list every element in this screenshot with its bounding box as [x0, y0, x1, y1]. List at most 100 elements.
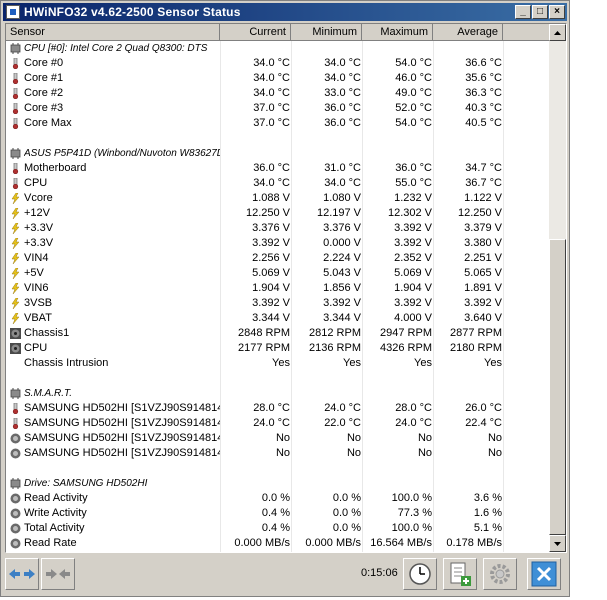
sensor-row[interactable]: 3VSB 3.392 V 3.392 V 3.392 V 3.392 V [6, 296, 550, 311]
sensor-minimum: 2812 RPM [309, 327, 361, 339]
motherboard-chip-icon [10, 148, 21, 159]
layout-expand-button[interactable] [5, 558, 39, 590]
sensor-current: 34.0 °C [253, 87, 290, 99]
sensor-name: VIN6 [24, 282, 49, 294]
sensor-minimum: 33.0 °C [324, 87, 361, 99]
sensor-current: Yes [272, 357, 290, 369]
sensor-current: 2177 RPM [238, 342, 290, 354]
sensor-group-name: ASUS P5P41D (Winbond/Nuvoton W83627D... [24, 148, 220, 159]
column-header-minimum[interactable]: Minimum [291, 24, 362, 41]
close-x-icon [531, 561, 557, 587]
sensor-group-name: S.M.A.R.T. [24, 388, 72, 399]
title-bar[interactable]: HWiNFO32 v4.62-2500 Sensor Status _ □ × [3, 3, 567, 21]
scroll-down-arrow-icon [554, 541, 561, 546]
sensor-average: 5.065 V [464, 267, 502, 279]
sensor-row[interactable]: +3.3V 3.392 V 0.000 V 3.392 V 3.380 V [6, 236, 550, 251]
column-header-average[interactable]: Average [433, 24, 503, 41]
thermometer-icon [12, 163, 19, 174]
gear-icon [490, 564, 510, 584]
sensor-maximum: 52.0 °C [395, 102, 432, 114]
sensor-row[interactable]: +5V 5.069 V 5.043 V 5.069 V 5.065 V [6, 266, 550, 281]
sensor-maximum: 77.3 % [397, 507, 432, 519]
sensor-row[interactable]: Vcore 1.088 V 1.080 V 1.232 V 1.122 V [6, 191, 550, 206]
thermometer-icon [12, 73, 19, 84]
sensor-current: 24.0 °C [253, 417, 290, 429]
sensor-row[interactable]: Chassis1 2848 RPM 2812 RPM 2947 RPM 2877 RPM [6, 326, 550, 341]
column-header-current[interactable]: Current [220, 24, 291, 41]
sensor-average: 12.250 V [457, 207, 502, 219]
maximize-button[interactable]: □ [532, 5, 548, 19]
sensor-row[interactable]: VIN4 2.256 V 2.224 V 2.352 V 2.251 V [6, 251, 550, 266]
sensor-row[interactable]: Core #2 34.0 °C 33.0 °C 49.0 °C 36.3 °C [6, 86, 550, 101]
spacer-row [6, 131, 550, 146]
minimize-button[interactable]: _ [515, 5, 531, 19]
sensor-row[interactable]: Total Activity 0.4 % 0.0 % 100.0 % 5.1 % [6, 521, 550, 536]
sensor-row[interactable]: Core #0 34.0 °C 34.0 °C 54.0 °C 36.6 °C [6, 56, 550, 71]
disk-chip-icon [10, 478, 21, 489]
scroll-up-button[interactable] [549, 24, 566, 41]
sensor-row[interactable]: Core #1 34.0 °C 34.0 °C 46.0 °C 35.6 °C [6, 71, 550, 86]
elapsed-time: 0:15:06 [361, 567, 398, 579]
sensor-current: 36.0 °C [253, 162, 290, 174]
close-sensors-button[interactable] [527, 558, 561, 590]
sensor-group-row[interactable]: S.M.A.R.T. [6, 386, 550, 401]
sensor-row[interactable]: VBAT 3.344 V 3.344 V 4.000 V 3.640 V [6, 311, 550, 326]
sensor-row[interactable]: SAMSUNG HD502HI [S1VZJ90S914814] 28.0 °C 2… [6, 401, 550, 416]
sensor-maximum: 2947 RPM [380, 327, 432, 339]
sensor-name: +5V [24, 267, 44, 279]
sensor-row[interactable]: Core #3 37.0 °C 36.0 °C 52.0 °C 40.3 °C [6, 101, 550, 116]
scroll-down-button[interactable] [549, 535, 566, 552]
sensor-name: Total Activity [24, 522, 85, 534]
sensor-row[interactable]: CPU 34.0 °C 34.0 °C 55.0 °C 36.7 °C [6, 176, 550, 191]
settings-button[interactable] [483, 558, 517, 590]
sensor-group-row[interactable]: Drive: SAMSUNG HD502HI [6, 476, 550, 491]
sensor-group-name: Drive: SAMSUNG HD502HI [24, 478, 148, 489]
sensor-row[interactable]: CPU 2177 RPM 2136 RPM 4326 RPM 2180 RPM [6, 341, 550, 356]
sensor-row[interactable]: SAMSUNG HD502HI [S1VZJ90S914814] Dr... No… [6, 431, 550, 446]
sensor-minimum: 1.080 V [323, 192, 361, 204]
sensor-row[interactable]: Motherboard 36.0 °C 31.0 °C 36.0 °C 34.7 °C [6, 161, 550, 176]
sensor-row[interactable]: SAMSUNG HD502HI [S1VZJ90S914814] Ai... 24… [6, 416, 550, 431]
scroll-thumb[interactable] [549, 239, 566, 535]
sensor-name: Chassis Intrusion [24, 357, 109, 369]
sensor-minimum: 36.0 °C [324, 102, 361, 114]
sensor-name: CPU [24, 342, 48, 354]
sensor-minimum: No [346, 447, 361, 459]
sensor-name: Motherboard [24, 162, 87, 174]
sensor-minimum: 31.0 °C [324, 162, 361, 174]
column-header-sensor[interactable]: Sensor [6, 24, 220, 41]
sensor-name: Core Max [24, 117, 72, 129]
sensor-maximum: 3.392 V [394, 237, 432, 249]
sensor-row[interactable]: SAMSUNG HD502HI [S1VZJ90S914814] Dr... No… [6, 446, 550, 461]
lightning-icon [11, 268, 20, 279]
sensor-minimum: No [346, 432, 361, 444]
sensor-row[interactable]: Read Rate 0.000 MB/s 0.000 MB/s 16.564 MB/s… [6, 536, 550, 551]
disk-chip-icon [10, 388, 21, 399]
sensor-minimum: 34.0 °C [324, 57, 361, 69]
sensor-name: Write Activity [24, 507, 87, 519]
column-header-maximum[interactable]: Maximum [362, 24, 433, 41]
sensor-current: 3.376 V [252, 222, 290, 234]
sensor-average: 34.7 °C [465, 162, 502, 174]
sensor-row[interactable]: Chassis Intrusion Yes Yes Yes Yes [6, 356, 550, 371]
sensor-row[interactable]: +3.3V 3.376 V 3.376 V 3.392 V 3.379 V [6, 221, 550, 236]
close-button[interactable]: × [549, 5, 565, 19]
cpu-chip-icon [10, 43, 21, 54]
sensor-group-row[interactable]: ASUS P5P41D (Winbond/Nuvoton W83627D... [6, 146, 550, 161]
reset-clock-button[interactable] [403, 558, 437, 590]
sensor-row[interactable]: VIN6 1.904 V 1.856 V 1.904 V 1.891 V [6, 281, 550, 296]
vertical-scrollbar[interactable] [549, 24, 566, 552]
lightning-icon [11, 193, 20, 204]
sensor-group-row[interactable]: CPU [#0]: Intel Core 2 Quad Q8300: DTS [6, 41, 550, 56]
layout-collapse-button[interactable] [41, 558, 75, 590]
sensor-row[interactable]: Read Activity 0.0 % 0.0 % 100.0 % 3.6 % [6, 491, 550, 506]
sensor-row[interactable]: +12V 12.250 V 12.197 V 12.302 V 12.250 V [6, 206, 550, 221]
sensor-row[interactable]: Core Max 37.0 °C 36.0 °C 54.0 °C 40.5 °C [6, 116, 550, 131]
sensor-minimum: 3.392 V [323, 297, 361, 309]
sensor-name: SAMSUNG HD502HI [S1VZJ90S914814] [24, 402, 220, 414]
lightning-icon [11, 313, 20, 324]
thermometer-icon [12, 88, 19, 99]
logging-button[interactable] [443, 558, 477, 590]
status-circle-icon [10, 538, 21, 549]
sensor-row[interactable]: Write Activity 0.4 % 0.0 % 77.3 % 1.6 % [6, 506, 550, 521]
